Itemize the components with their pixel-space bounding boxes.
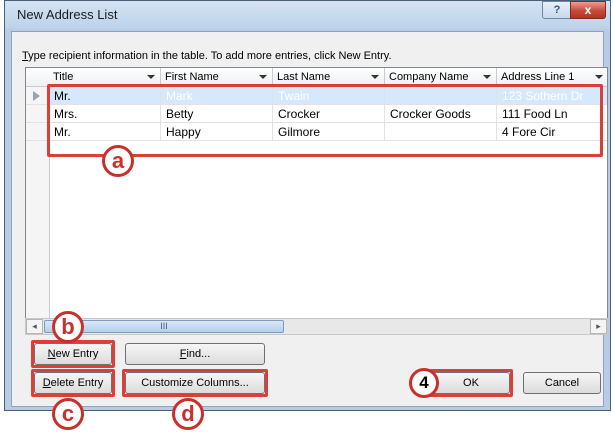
chevron-down-icon[interactable] (371, 75, 379, 79)
arrow-right-icon: ▸ (596, 321, 601, 331)
title-bar[interactable]: New Address List ? x (5, 1, 610, 29)
rows-highlight (47, 84, 603, 157)
scroll-right-button[interactable]: ▸ (590, 319, 607, 334)
chevron-down-icon[interactable] (595, 75, 603, 79)
row-header[interactable] (26, 87, 49, 105)
help-button[interactable]: ? (542, 1, 572, 19)
current-row-icon (33, 91, 40, 101)
close-button[interactable]: x (570, 1, 606, 19)
annotation-badge-c: c (52, 398, 84, 430)
annotation-badge-a: a (102, 145, 134, 177)
chevron-down-icon[interactable] (483, 75, 491, 79)
instructions-text: Type recipient information in the table.… (22, 50, 392, 62)
help-icon: ? (553, 4, 561, 16)
chevron-down-icon[interactable] (147, 75, 155, 79)
customize-columns-highlight (122, 369, 268, 397)
row-header[interactable] (26, 105, 49, 123)
row-header[interactable] (26, 123, 49, 141)
delete-entry-highlight (31, 369, 115, 397)
annotation-step-4: 4 (409, 368, 439, 398)
annotation-badge-b: b (52, 311, 84, 343)
chevron-down-icon[interactable] (259, 75, 267, 79)
new-entry-highlight (31, 340, 115, 368)
find-button[interactable]: Find... (125, 343, 265, 365)
scroll-left-button[interactable]: ◂ (26, 319, 43, 334)
close-icon: x (584, 3, 592, 17)
annotation-badge-d: d (172, 398, 204, 430)
ok-highlight (429, 369, 513, 397)
arrow-left-icon: ◂ (32, 321, 37, 331)
grip-icon: III (160, 321, 168, 331)
horizontal-scrollbar[interactable]: ◂ III ▸ (25, 318, 608, 335)
window-title: New Address List (17, 7, 118, 22)
cancel-button[interactable]: Cancel (523, 372, 601, 394)
